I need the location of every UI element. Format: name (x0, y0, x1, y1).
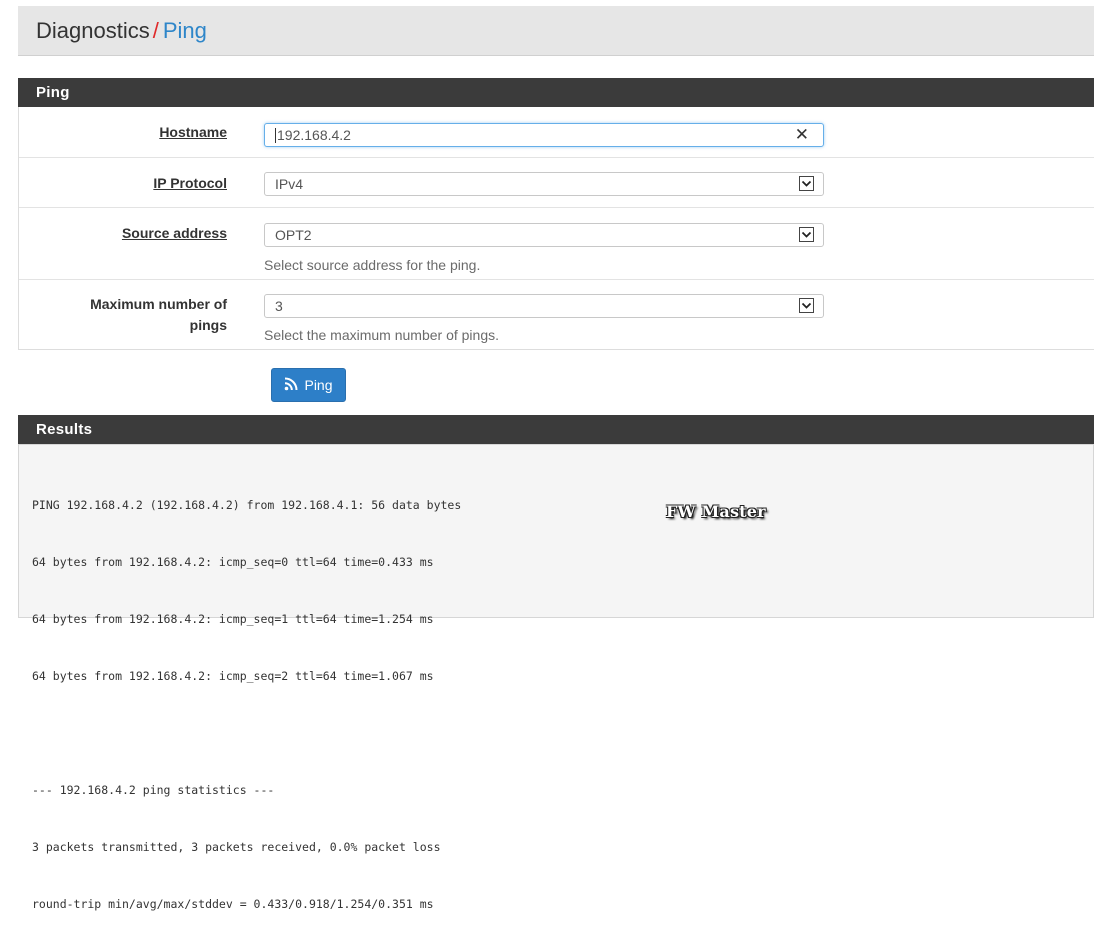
results-line: 64 bytes from 192.168.4.2: icmp_seq=2 tt… (32, 669, 434, 683)
source-address-label: Source address (121, 225, 227, 241)
ip-protocol-select[interactable]: IPv4 (264, 172, 824, 196)
max-pings-label: Maximum number of pings (37, 294, 227, 336)
max-pings-select[interactable]: 3 (264, 294, 824, 318)
hostname-value: 192.168.4.2 (277, 127, 351, 143)
source-address-select[interactable]: OPT2 (264, 223, 824, 247)
chevron-down-icon (799, 298, 814, 313)
breadcrumb: Diagnostics / Ping (18, 6, 1094, 56)
results-panel-heading: Results (18, 415, 1094, 444)
rss-icon (284, 377, 298, 394)
chevron-down-icon (799, 176, 814, 191)
ip-protocol-label: IP Protocol (153, 175, 227, 191)
source-address-value: OPT2 (275, 227, 312, 243)
results-line: 64 bytes from 192.168.4.2: icmp_seq=1 tt… (32, 612, 434, 626)
source-address-help: Select source address for the ping. (264, 257, 481, 273)
results-line: PING 192.168.4.2 (192.168.4.2) from 192.… (32, 498, 462, 512)
max-pings-help: Select the maximum number of pings. (264, 327, 499, 343)
ping-form: Hostname 192.168.4.2 ✕ IP Protocol IPv4 … (18, 107, 1094, 350)
max-pings-label-line2: pings (189, 317, 227, 333)
ping-button-label: Ping (304, 377, 333, 393)
hostname-input[interactable]: 192.168.4.2 ✕ (264, 123, 824, 147)
text-cursor (275, 127, 276, 143)
watermark: FW Master (666, 502, 766, 521)
max-pings-label-line1: Maximum number of (90, 296, 227, 312)
close-icon[interactable]: ✕ (795, 124, 809, 146)
ping-button[interactable]: Ping (271, 368, 346, 402)
hostname-row: Hostname 192.168.4.2 ✕ (19, 107, 1094, 158)
source-address-row: Source address OPT2 Select source addres… (19, 208, 1094, 280)
results-line: round-trip min/avg/max/stddev = 0.433/0.… (32, 897, 434, 911)
hostname-label: Hostname (159, 124, 227, 140)
results-line (32, 724, 1093, 743)
results-line: --- 192.168.4.2 ping statistics --- (32, 783, 275, 797)
breadcrumb-current[interactable]: Ping (163, 18, 207, 43)
max-pings-value: 3 (275, 298, 283, 314)
max-pings-row: Maximum number of pings 3 Select the max… (19, 280, 1094, 350)
breadcrumb-separator: / (152, 18, 159, 43)
ip-protocol-row: IP Protocol IPv4 (19, 158, 1094, 208)
ip-protocol-value: IPv4 (275, 176, 304, 192)
breadcrumb-root[interactable]: Diagnostics (36, 18, 150, 43)
results-output: PING 192.168.4.2 (192.168.4.2) from 192.… (18, 444, 1094, 911)
ping-panel-heading: Ping (18, 78, 1094, 107)
results-line: 64 bytes from 192.168.4.2: icmp_seq=0 tt… (32, 555, 434, 569)
chevron-down-icon (799, 227, 814, 242)
results-line: 3 packets transmitted, 3 packets receive… (32, 840, 441, 854)
